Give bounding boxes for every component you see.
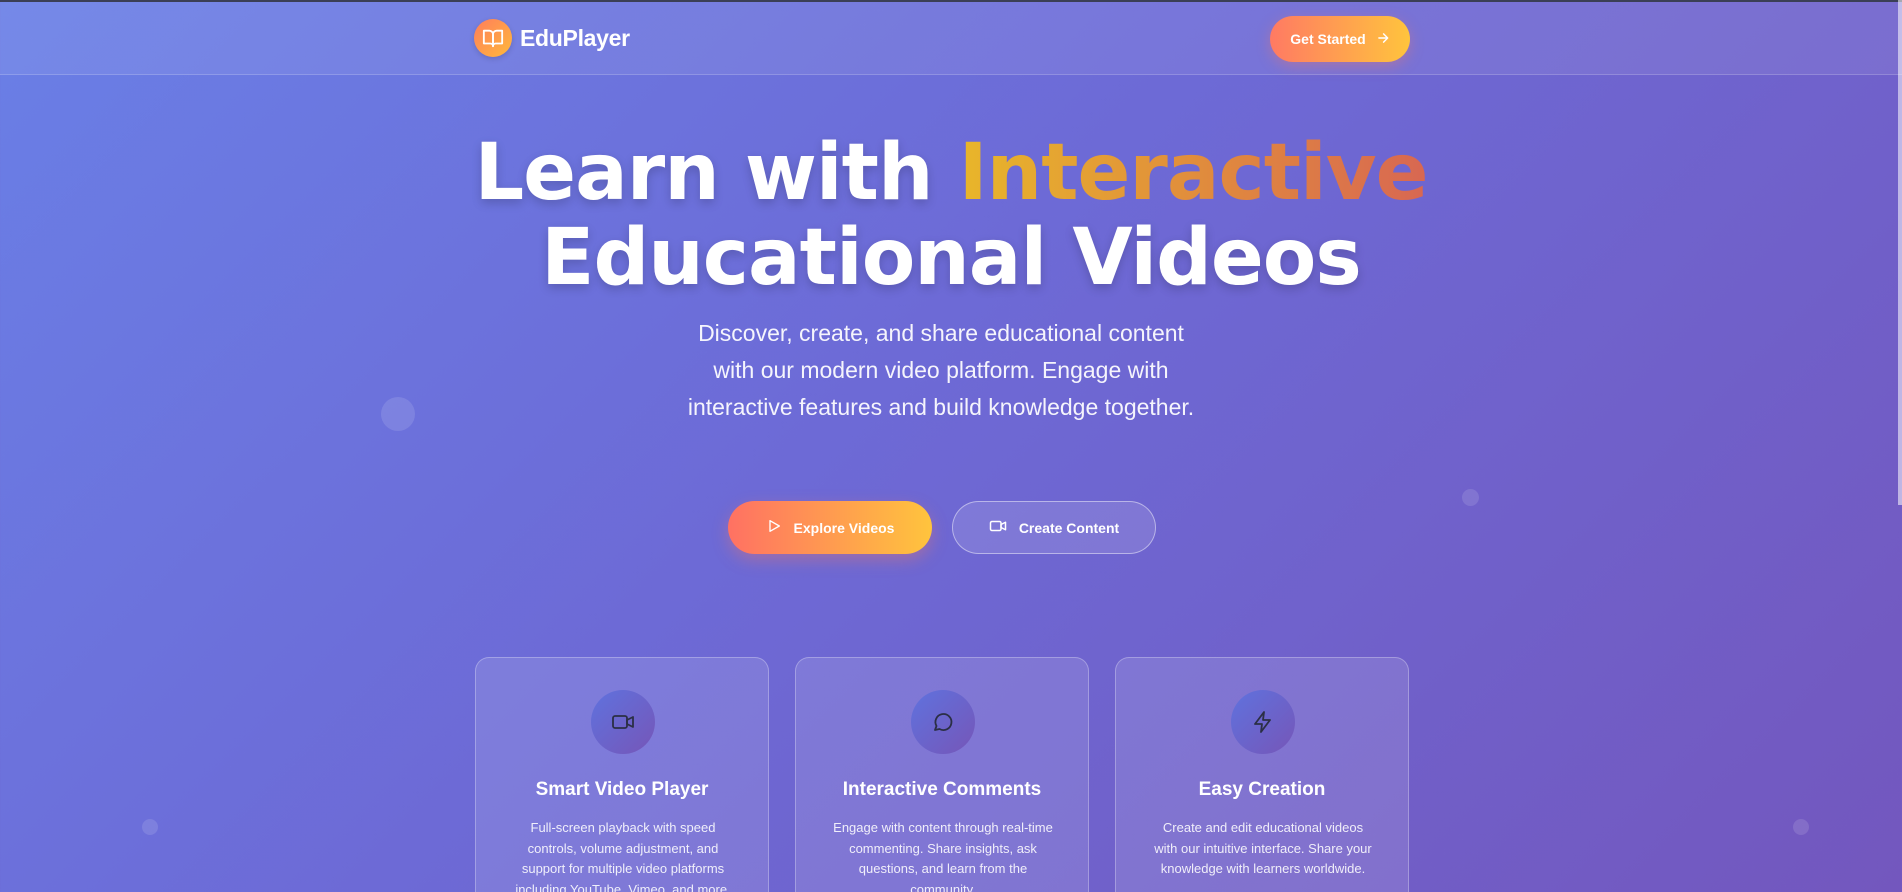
decorative-bubble — [142, 819, 158, 835]
video-camera-icon — [989, 517, 1007, 538]
hero-title-accent: Interactive — [958, 128, 1429, 218]
get-started-label: Get Started — [1290, 31, 1366, 47]
feature-title: Easy Creation — [1198, 779, 1326, 800]
decorative-bubble — [381, 397, 415, 431]
brand-logo[interactable]: EduPlayer — [474, 19, 630, 57]
arrow-right-icon — [1376, 31, 1390, 48]
decorative-bubble — [1793, 819, 1809, 835]
book-icon — [474, 19, 512, 57]
hero-subtitle: Discover, create, and share educational … — [687, 320, 1195, 420]
explore-videos-label: Explore Videos — [793, 519, 895, 536]
video-camera-icon — [591, 690, 655, 754]
site-header: EduPlayer Get Started — [0, 2, 1902, 75]
play-icon — [766, 518, 782, 537]
lightning-icon — [1231, 690, 1295, 754]
get-started-button[interactable]: Get Started — [1270, 16, 1410, 62]
page-scrollbar[interactable] — [1898, 0, 1902, 505]
feature-description: Engage with content through real-time co… — [833, 820, 1053, 892]
feature-card-creation: Easy Creation Create and edit educationa… — [1115, 657, 1409, 892]
create-content-button[interactable]: Create Content — [952, 501, 1156, 554]
brand-name: EduPlayer — [520, 24, 630, 51]
hero-title-line-1: Learn with Interactive — [0, 130, 1902, 216]
feature-description: Create and edit educational videos with … — [1154, 820, 1372, 876]
feature-title: Interactive Comments — [842, 779, 1042, 800]
feature-title: Smart Video Player — [535, 779, 709, 800]
feature-description: Full-screen playback with speed controls… — [515, 820, 731, 892]
create-content-label: Create Content — [1018, 519, 1120, 536]
decorative-bubble — [1462, 489, 1479, 506]
chat-bubble-icon — [911, 690, 975, 754]
feature-card-video-player: Smart Video Player Full-screen playback … — [475, 657, 769, 892]
hero-title-prefix: Learn with — [474, 128, 959, 218]
feature-card-comments: Interactive Comments Engage with content… — [795, 657, 1089, 892]
hero-title-line-2: Educational Videos — [541, 213, 1362, 303]
explore-videos-button[interactable]: Explore Videos — [728, 501, 932, 554]
